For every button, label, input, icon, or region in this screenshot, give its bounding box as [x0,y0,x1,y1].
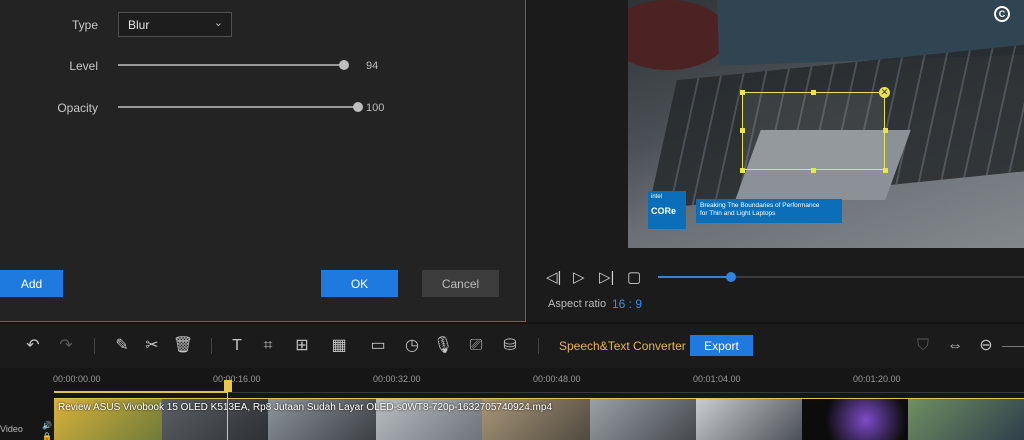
speaker-icon[interactable]: 🔊 [42,421,52,430]
resize-handle[interactable] [740,168,745,173]
time-tick: 00:01:20.00 [853,374,901,384]
aspect-ratio-value[interactable]: 16 : 9 [612,297,642,311]
redo-icon[interactable]: ↷ [55,335,77,357]
level-label: Level [69,59,98,73]
clip-thumbnail [802,399,908,440]
zoom-out-icon[interactable]: ⊖ [975,335,997,357]
previous-frame-icon[interactable]: ◁| [546,268,561,286]
time-tick: 00:00:16.00 [213,374,261,384]
chevron-down-icon: ⌄ [213,17,223,29]
fit-width-icon[interactable]: ⇔ [944,335,966,357]
toolbar-divider [94,338,95,354]
next-frame-icon[interactable]: ▷| [599,268,614,286]
opacity-label: Opacity [57,101,98,115]
clip-thumbnail [908,399,1024,440]
caption-line-2: for Thin and Light Laptops [700,210,776,217]
crop-icon[interactable]: ⌗ [257,335,279,357]
toolbar-divider [211,338,212,354]
opacity-slider[interactable] [118,106,358,108]
resize-handle[interactable] [883,168,888,173]
export-button[interactable]: Export [690,335,753,356]
trash-icon[interactable]: 🗑 [172,335,194,357]
played-range [54,391,228,393]
intel-brand-text: intel [651,194,663,200]
track-label: Video [0,424,23,434]
stop-icon[interactable]: ▢ [627,268,641,286]
cancel-button[interactable]: Cancel [422,270,499,297]
level-slider[interactable] [118,64,344,66]
time-tick: 00:00:32.00 [373,374,421,384]
lock-icon[interactable]: 🔒 [42,432,52,440]
clip-thumbnail [696,399,802,440]
freeze-frame-icon[interactable]: ▭ [367,335,389,357]
type-label: Type [71,18,98,32]
toolbar-divider [538,338,539,354]
add-button[interactable]: Add [0,270,63,297]
resize-handle[interactable] [883,128,888,133]
type-dropdown[interactable]: Blur ⌄ [118,12,232,37]
screen-record-icon[interactable]: ⎚ [465,335,487,357]
blur-region[interactable] [742,92,885,170]
level-value: 94 [366,60,379,72]
ok-button[interactable]: OK [321,270,398,297]
intel-core-text: CORe [651,206,677,216]
resize-handle[interactable] [811,168,816,173]
type-value: Blur [128,18,150,32]
time-tick: 00:01:04.00 [693,374,741,384]
mosaic-icon[interactable]: ▦ [328,335,350,357]
channel-logo-icon: C [994,6,1010,22]
color-fill-icon[interactable]: ⛁ [499,335,521,357]
caption-line-1: Breaking The Boundaries of Performance [700,202,820,209]
play-icon[interactable]: ▷ [573,268,585,286]
progress-fill [658,276,732,278]
effect-settings-dialog: Type Blur ⌄ Level 94 Opacity 100 Add OK … [0,0,526,322]
undo-icon[interactable]: ↶ [22,335,44,357]
level-slider-knob[interactable] [339,60,349,70]
resize-handle[interactable] [740,128,745,133]
zoom-frame-icon[interactable]: ⊞ [291,335,313,357]
speech-text-converter-button[interactable]: Speech&Text Converter [559,339,686,353]
shield-icon[interactable]: ⛉ [912,335,934,357]
scissors-icon[interactable]: ✂ [141,335,163,357]
clip-thumbnail [590,399,696,440]
intel-logo: intel CORe [648,191,686,229]
resize-handle[interactable] [811,90,816,95]
clip-title: Review ASUS Vivobook 15 OLED K513EA, Rp8… [58,402,553,413]
playhead-line [227,392,228,440]
microphone-icon[interactable]: 🎙 [432,335,454,357]
time-tick: 00:00:48.00 [533,374,581,384]
opacity-slider-knob[interactable] [353,102,363,112]
timeline-zoom-slider[interactable] [1002,346,1024,347]
aspect-ratio-label: Aspect ratio [548,298,607,310]
time-tick: 00:00:00.00 [53,374,101,384]
close-icon[interactable]: ✕ [879,87,890,98]
clock-icon[interactable]: ◷ [401,335,423,357]
resize-handle[interactable] [740,90,745,95]
text-icon[interactable]: T [226,335,248,357]
video-caption: Breaking The Boundaries of Performance f… [696,199,842,223]
opacity-value: 100 [366,102,385,114]
pencil-icon[interactable]: ✎ [111,335,133,357]
playhead[interactable] [224,380,232,392]
background-object [628,0,728,70]
